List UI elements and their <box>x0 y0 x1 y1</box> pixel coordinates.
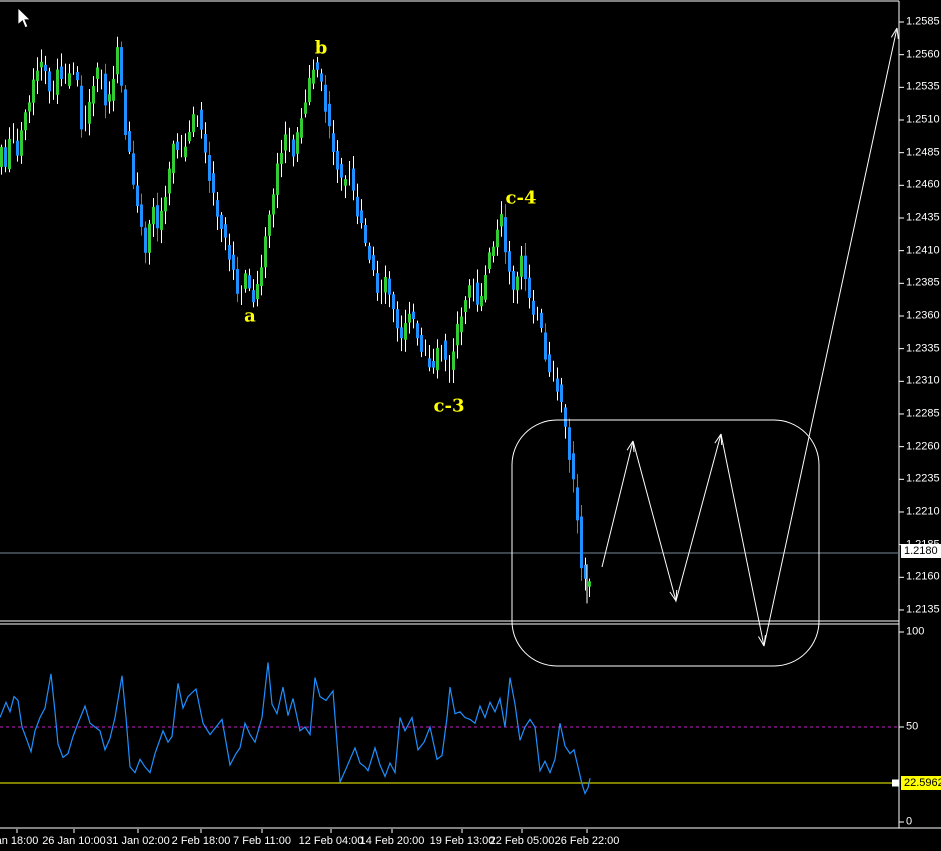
price-axis-label: 1.2260 <box>906 441 940 452</box>
indicator-scale-label: 50 <box>906 722 918 733</box>
price-axis-label: 1.2585 <box>906 17 940 28</box>
yellow-line-handle[interactable] <box>892 780 899 787</box>
price-axis-label: 1.2210 <box>906 506 940 517</box>
projection-rounded-rectangle[interactable] <box>512 420 819 666</box>
indicator-value: 22.5962 <box>904 777 941 789</box>
time-axis-label: 22 Feb 05:00 <box>490 836 555 847</box>
price-axis-label: 1.2410 <box>906 245 940 256</box>
time-axis-label: 12 Feb 04:00 <box>299 836 364 847</box>
rsi-line <box>0 662 590 793</box>
wave-label-c-3[interactable]: c-3 <box>434 396 465 417</box>
price-axis-label: 1.2535 <box>906 82 940 93</box>
time-axis-label: an 18:00 <box>0 836 38 847</box>
price-axis-label: 1.2235 <box>906 474 940 485</box>
mt4-chart-window: 1.2585 1.2560 1.2535 1.2510 1.2485 1.2460 1.24… <box>0 0 941 851</box>
time-axis-label: 2 Feb 18:00 <box>172 836 231 847</box>
projection-drawing[interactable] <box>512 28 898 666</box>
price-axis-label: 1.2285 <box>906 408 940 419</box>
current-price-value: 1.2180 <box>904 545 938 557</box>
price-axis-label: 1.2485 <box>906 147 940 158</box>
time-axis-label: 26 Jan 10:00 <box>42 836 106 847</box>
candlesticks <box>0 37 591 597</box>
price-axis-label: 1.2385 <box>906 278 940 289</box>
time-axis-label: 7 Feb 11:00 <box>233 836 291 847</box>
indicator-scale-label: 0 <box>906 817 912 828</box>
price-axis-label: 1.2560 <box>906 49 940 60</box>
indicator-scale-label: 100 <box>906 627 924 638</box>
wave-label-c-4[interactable]: c-4 <box>506 188 537 209</box>
arrowhead <box>764 635 765 646</box>
time-axis-label: 31 Jan 02:00 <box>106 836 170 847</box>
chart-canvas[interactable] <box>0 0 941 851</box>
time-axis-label: 19 Feb 13:00 <box>430 836 495 847</box>
arrowhead <box>897 28 898 39</box>
price-axis-label: 1.2360 <box>906 310 940 321</box>
price-axis-label: 1.2435 <box>906 212 940 223</box>
price-axis-label: 1.2135 <box>906 604 940 615</box>
current-price-tag: 1.2180 <box>901 544 941 558</box>
indicator-value-tag: 22.5962 <box>901 776 941 790</box>
price-axis-label: 1.2335 <box>906 343 940 354</box>
mouse-cursor-icon <box>18 8 30 28</box>
price-axis-label: 1.2510 <box>906 114 940 125</box>
wave-label-a[interactable]: a <box>244 306 256 327</box>
price-axis-label: 1.2310 <box>906 376 940 387</box>
time-axis-label: 14 Feb 20:00 <box>360 836 425 847</box>
price-axis-label: 1.2460 <box>906 180 940 191</box>
wave-label-b[interactable]: b <box>315 38 328 59</box>
price-axis-label: 1.2160 <box>906 572 940 583</box>
time-axis-label: 26 Feb 22:00 <box>555 836 620 847</box>
